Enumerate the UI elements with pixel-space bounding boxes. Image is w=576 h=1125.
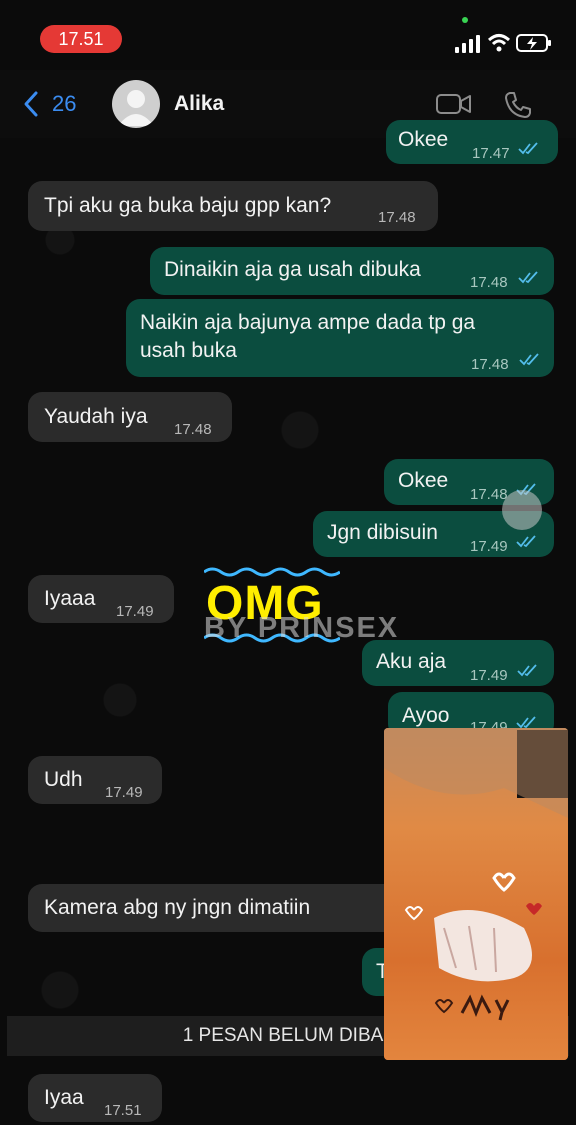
status-time: 17.51 xyxy=(40,25,122,53)
message-time: 17.49 xyxy=(116,603,154,620)
message-text-line: usah buka xyxy=(140,339,237,362)
message-outgoing[interactable]: Aku aja 17.49 xyxy=(362,640,554,686)
video-call-icon[interactable] xyxy=(436,92,472,116)
message-text: Okee xyxy=(398,128,449,151)
message-time: 17.47 xyxy=(472,145,510,162)
read-ticks-icon xyxy=(516,535,536,548)
camera-in-use-dot xyxy=(462,17,468,23)
message-text: Udh xyxy=(44,768,83,791)
message-incoming[interactable]: Udh 17.49 xyxy=(28,756,162,804)
chevron-left-icon xyxy=(24,91,38,117)
message-text: Aku aja xyxy=(376,650,447,673)
message-time: 17.49 xyxy=(105,784,143,801)
message-text: Iyaaa xyxy=(44,587,96,610)
read-ticks-icon xyxy=(518,271,538,284)
message-incoming[interactable]: Tpi aku ga buka baju gpp kan? 17.48 xyxy=(28,181,438,231)
message-text: Ayoo xyxy=(402,704,450,727)
message-text: Kamera abg ny jngn dimatiin xyxy=(44,896,311,919)
message-time: 17.51 xyxy=(104,1102,142,1119)
message-text: Iyaa xyxy=(44,1086,84,1109)
message-text: Tpi aku ga buka baju gpp kan? xyxy=(44,194,332,217)
message-incoming[interactable]: Kamera abg ny jngn dimatiin xyxy=(28,884,398,932)
message-outgoing[interactable]: Dinaikin aja ga usah dibuka 17.48 xyxy=(150,247,554,295)
message-text: Jgn dibisuin xyxy=(327,521,438,544)
watermark-text: BY PRINSEX xyxy=(204,612,400,644)
message-incoming[interactable]: Iyaa 17.51 xyxy=(28,1074,162,1122)
message-time: 17.48 xyxy=(174,421,212,438)
read-ticks-icon xyxy=(517,664,537,677)
message-time: 17.48 xyxy=(471,356,509,373)
message-text: Yaudah iya xyxy=(44,405,148,428)
battery-charging-icon xyxy=(516,34,551,52)
read-ticks-icon xyxy=(516,716,536,729)
message-time: 17.49 xyxy=(470,538,508,555)
person-icon xyxy=(118,90,154,126)
phone-icon[interactable] xyxy=(503,90,533,120)
message-time: 17.48 xyxy=(378,209,416,226)
message-text: Okee xyxy=(398,469,449,492)
signal-icon xyxy=(455,35,480,53)
contact-name[interactable]: Alika xyxy=(174,92,224,116)
message-outgoing[interactable]: Naikin aja bajunya ampe dada tp ga usah … xyxy=(126,299,554,377)
read-ticks-icon xyxy=(519,353,539,366)
message-time: 17.49 xyxy=(470,667,508,684)
wifi-icon xyxy=(487,34,511,52)
video-frame-illustration xyxy=(384,728,568,1060)
message-text: Dinaikin aja ga usah dibuka xyxy=(164,258,421,281)
message-incoming[interactable]: Iyaaa 17.49 xyxy=(28,575,174,623)
message-incoming[interactable]: Yaudah iya 17.48 xyxy=(28,392,232,442)
message-outgoing[interactable]: Okee 17.47 xyxy=(386,120,558,164)
video-call-preview[interactable] xyxy=(384,728,568,1060)
unread-banner-text: 1 PESAN BELUM DIBA xyxy=(182,1025,384,1046)
back-button[interactable]: 26 xyxy=(22,90,76,118)
read-ticks-icon xyxy=(518,142,538,155)
status-bar: 17.51 xyxy=(0,0,576,70)
unread-count: 26 xyxy=(52,91,77,116)
touch-indicator xyxy=(502,490,542,530)
message-time: 17.48 xyxy=(470,274,508,291)
message-text-line: Naikin aja bajunya ampe dada tp ga xyxy=(140,311,476,334)
avatar[interactable] xyxy=(112,80,160,128)
